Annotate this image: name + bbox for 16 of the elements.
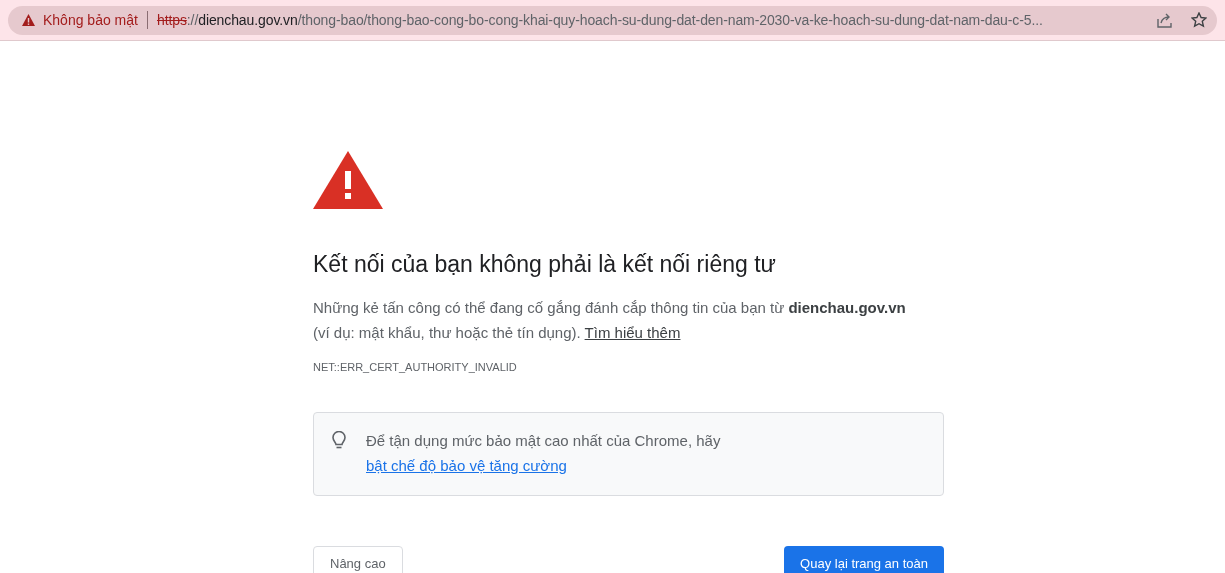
advanced-button[interactable]: Nâng cao xyxy=(313,545,403,573)
error-code: NET::ERR_CERT_AUTHORITY_INVALID xyxy=(313,360,518,375)
tip-text: Để tận dụng mức bảo mật cao nhất của Chrome, hãy bật chế độ bảo vệ tăng cường xyxy=(366,430,722,476)
back-to-safety-button[interactable]: Quay lại trang an toàn xyxy=(784,545,944,573)
error-message: Những kẻ tấn công có thể đang cố gắng đánh cắp thông tin của bạn từ dienchau.gov.vn (ví dụ: mật khẩu, thư hoặc thẻ tín dụng). Tìm hiểu thêm xyxy=(313,298,907,343)
enhanced-protection-link[interactable]: bật chế độ bảo vệ tăng cường xyxy=(366,456,567,474)
error-heading: Kết nối của bạn không phải là kết nối riêng tư xyxy=(313,250,777,279)
warning-icon xyxy=(22,14,35,26)
learn-more-link[interactable]: Tìm hiểu thêm xyxy=(584,324,681,341)
address-bar[interactable]: Không bảo mật https://dienchau.gov.vn/thong-bao/thong-bao-cong-bo-cong-khai-quy-hoach-su-dung-dat-den-nam-2030-va-ke-hoach-su-dung-dat-nam-dau-c-5... xyxy=(8,5,1217,35)
share-icon[interactable] xyxy=(1157,12,1173,28)
url-text[interactable]: https://dienchau.gov.vn/thong-bao/thong-bao-cong-bo-cong-khai-quy-hoach-su-dung-dat-den-nam-2030-va-ke-hoach-su-dung-dat-nam-dau-c-5... xyxy=(156,9,1147,31)
bookmark-star-icon[interactable] xyxy=(1191,12,1207,28)
security-label[interactable]: Không bảo mật xyxy=(43,9,138,31)
lightbulb-icon xyxy=(332,430,346,450)
warning-icon xyxy=(313,151,383,209)
